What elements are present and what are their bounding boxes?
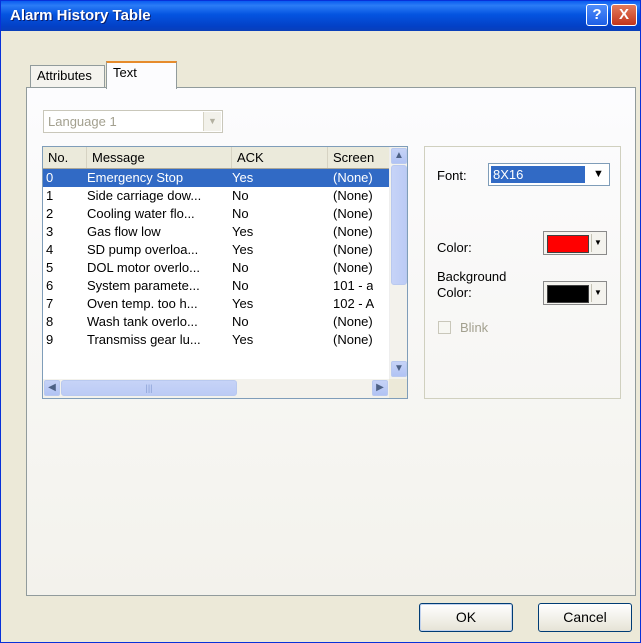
column-header-no[interactable]: No. bbox=[43, 147, 87, 168]
table-cell-no: 0 bbox=[46, 170, 54, 185]
background-label-line1: Background bbox=[437, 269, 507, 284]
table-cell-screen: (None) bbox=[333, 206, 373, 221]
table-cell-ack: No bbox=[232, 278, 249, 293]
table-cell-no: 4 bbox=[46, 242, 54, 257]
table-cell-no: 1 bbox=[46, 188, 54, 203]
table-cell-ack: No bbox=[232, 260, 249, 275]
table-row[interactable]: 7 Oven temp. too h... Yes 102 - A bbox=[43, 295, 389, 313]
chevron-down-icon: ▼ bbox=[589, 165, 608, 184]
scrollbar-corner bbox=[389, 379, 407, 398]
table-cell-message: DOL motor overlo... bbox=[87, 260, 200, 275]
table-row[interactable]: 1 Side carriage dow... No (None) bbox=[43, 187, 389, 205]
color-label: Color: bbox=[437, 240, 472, 255]
table-cell-ack: Yes bbox=[232, 170, 254, 185]
scroll-left-icon[interactable]: ◀ bbox=[44, 380, 60, 396]
table-cell-screen: (None) bbox=[333, 260, 373, 275]
table-cell-ack: Yes bbox=[232, 224, 254, 239]
grid-header: No. Message ACK Screen bbox=[43, 147, 389, 169]
background-color-picker[interactable]: ▼ bbox=[543, 281, 607, 305]
scroll-up-icon[interactable]: ▲ bbox=[391, 148, 407, 164]
scroll-right-icon[interactable]: ▶ bbox=[372, 380, 388, 396]
alarm-message-grid[interactable]: No. Message ACK Screen 0 Emergency Stop Ye… bbox=[42, 146, 408, 399]
table-cell-screen: (None) bbox=[333, 188, 373, 203]
table-cell-no: 8 bbox=[46, 314, 54, 329]
table-cell-no: 5 bbox=[46, 260, 54, 275]
table-cell-message: System paramete... bbox=[87, 278, 200, 293]
title-bar[interactable]: Alarm History Table ? X bbox=[1, 1, 640, 31]
table-cell-ack: Yes bbox=[232, 332, 254, 347]
blink-label: Blink bbox=[460, 320, 489, 335]
table-cell-no: 2 bbox=[46, 206, 54, 221]
dialog-window: Alarm History Table ? X Attributes Text … bbox=[0, 0, 641, 643]
vertical-scroll-thumb[interactable] bbox=[391, 165, 407, 285]
column-header-message[interactable]: Message bbox=[87, 147, 232, 168]
table-cell-screen: 101 - a bbox=[333, 278, 374, 293]
chevron-down-icon: ▼ bbox=[203, 112, 221, 131]
table-cell-no: 6 bbox=[46, 278, 54, 293]
table-row[interactable]: 5 DOL motor overlo... No (None) bbox=[43, 259, 389, 277]
horizontal-scroll-thumb[interactable]: ||| bbox=[61, 380, 237, 396]
table-cell-message: SD pump overloa... bbox=[87, 242, 199, 257]
scroll-down-icon[interactable]: ▼ bbox=[391, 361, 407, 377]
table-cell-no: 9 bbox=[46, 332, 54, 347]
background-color-swatch bbox=[547, 285, 589, 303]
font-select[interactable]: 8X16 ▼ bbox=[488, 163, 610, 186]
table-cell-ack: No bbox=[232, 206, 249, 221]
font-label: Font: bbox=[437, 168, 467, 183]
window-title: Alarm History Table bbox=[10, 7, 151, 24]
tab-attributes[interactable]: Attributes bbox=[30, 65, 105, 87]
table-cell-screen: 102 - A bbox=[333, 296, 375, 311]
table-row[interactable]: 2 Cooling water flo... No (None) bbox=[43, 205, 389, 223]
table-cell-ack: No bbox=[232, 314, 249, 329]
text-color-picker[interactable]: ▼ bbox=[543, 231, 607, 255]
table-row[interactable]: 9 Transmiss gear lu... Yes (None) bbox=[43, 331, 389, 349]
table-cell-message: Transmiss gear lu... bbox=[87, 332, 201, 347]
font-value: 8X16 bbox=[491, 166, 585, 183]
table-cell-message: Side carriage dow... bbox=[87, 188, 202, 203]
table-row[interactable]: 0 Emergency Stop Yes (None) bbox=[43, 169, 389, 187]
tab-text[interactable]: Text bbox=[106, 61, 177, 89]
cancel-button[interactable]: Cancel bbox=[538, 603, 632, 632]
table-cell-screen: (None) bbox=[333, 314, 373, 329]
table-cell-no: 7 bbox=[46, 296, 54, 311]
table-cell-ack: No bbox=[232, 188, 249, 203]
table-cell-ack: Yes bbox=[232, 296, 254, 311]
ok-button[interactable]: OK bbox=[419, 603, 513, 632]
table-row[interactable]: 4 SD pump overloa... Yes (None) bbox=[43, 241, 389, 259]
table-cell-message: Cooling water flo... bbox=[87, 206, 195, 221]
chevron-down-icon: ▼ bbox=[591, 234, 604, 252]
language-value: Language 1 bbox=[48, 114, 117, 129]
horizontal-scrollbar[interactable]: ◀ ||| ▶ bbox=[43, 379, 389, 398]
table-row[interactable]: 3 Gas flow low Yes (None) bbox=[43, 223, 389, 241]
table-row[interactable]: 8 Wash tank overlo... No (None) bbox=[43, 313, 389, 331]
chevron-down-icon: ▼ bbox=[591, 284, 604, 302]
table-cell-message: Emergency Stop bbox=[87, 170, 184, 185]
table-cell-message: Oven temp. too h... bbox=[87, 296, 198, 311]
table-cell-message: Wash tank overlo... bbox=[87, 314, 198, 329]
column-header-screen[interactable]: Screen bbox=[328, 147, 389, 168]
checkbox-icon bbox=[438, 321, 451, 334]
table-row[interactable]: 6 System paramete... No 101 - a bbox=[43, 277, 389, 295]
table-cell-screen: (None) bbox=[333, 170, 373, 185]
table-cell-no: 3 bbox=[46, 224, 54, 239]
vertical-scrollbar[interactable]: ▲ ▼ bbox=[389, 147, 407, 379]
table-cell-screen: (None) bbox=[333, 242, 373, 257]
background-label-line2: Color: bbox=[437, 285, 472, 300]
table-cell-ack: Yes bbox=[232, 242, 254, 257]
text-color-swatch bbox=[547, 235, 589, 253]
table-cell-screen: (None) bbox=[333, 332, 373, 347]
close-button[interactable]: X bbox=[611, 4, 637, 26]
language-select[interactable]: Language 1 ▼ bbox=[43, 110, 223, 133]
table-cell-screen: (None) bbox=[333, 224, 373, 239]
column-header-ack[interactable]: ACK bbox=[232, 147, 328, 168]
help-button[interactable]: ? bbox=[586, 4, 608, 26]
table-cell-message: Gas flow low bbox=[87, 224, 161, 239]
